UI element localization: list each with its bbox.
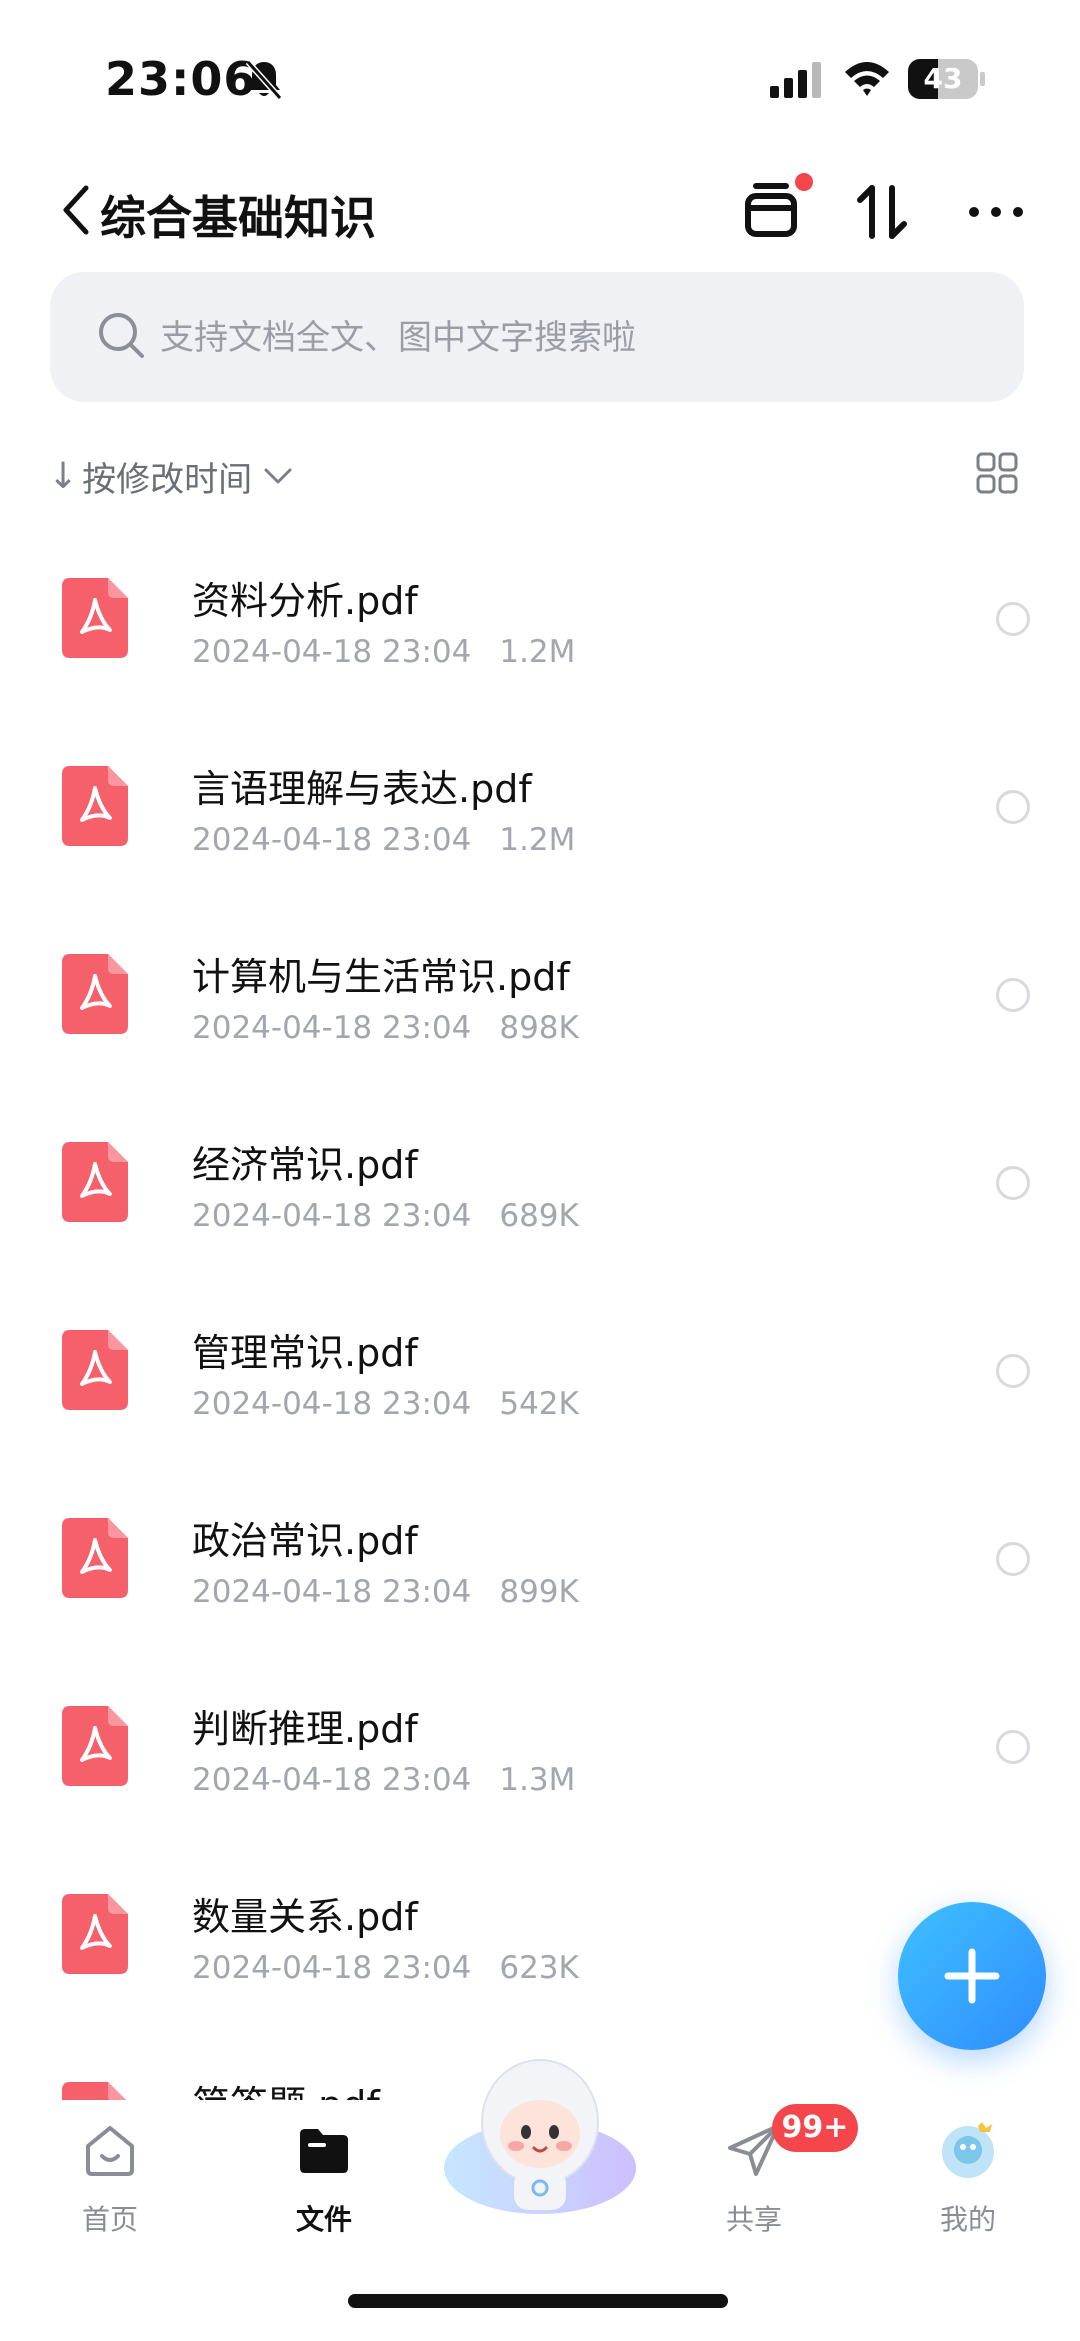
more-dots-icon[interactable]: [966, 200, 1026, 224]
file-row[interactable]: 政治常识.pdf 2024-04-18 23:04 899K: [0, 1470, 1080, 1658]
sort-direction-icon: ↓: [48, 455, 79, 497]
folder-icon: [300, 2129, 348, 2173]
status-time: 23:06: [105, 52, 257, 106]
pdf-file-icon: [62, 2082, 126, 2100]
home-icon: [86, 2126, 134, 2176]
file-meta: 2024-04-18 23:04 898K: [192, 1010, 579, 1046]
file-row[interactable]: 计算机与生活常识.pdf 2024-04-18 23:04 898K: [0, 906, 1080, 1094]
file-row[interactable]: 言语理解与表达.pdf 2024-04-18 23:04 1.2M: [0, 718, 1080, 906]
pdf-file-icon: [62, 954, 128, 1034]
file-size: 1.3M: [499, 1762, 576, 1798]
select-checkbox[interactable]: [996, 978, 1030, 1012]
file-name: 计算机与生活常识.pdf: [192, 955, 570, 999]
file-size: 899K: [499, 1574, 579, 1610]
file-meta: 2024-04-18 23:04 1.2M: [192, 822, 575, 858]
file-size: 1.2M: [499, 822, 576, 858]
file-date: 2024-04-18 23:04: [192, 1198, 472, 1234]
avatar-icon: [942, 2122, 994, 2178]
battery-indicator: 43: [908, 59, 985, 99]
nav-home[interactable]: 首页: [30, 2120, 190, 2250]
pdf-file-icon: [62, 766, 128, 846]
pdf-file-icon: [62, 1142, 128, 1222]
file-list: 资料分析.pdf 2024-04-18 23:04 1.2M 言语理解与表达.pdf 2…: [0, 530, 1080, 2100]
page-title: 综合基础知识: [100, 191, 376, 245]
pdf-file-icon: [62, 1518, 128, 1598]
file-meta: 2024-04-18 23:04 689K: [192, 1198, 579, 1234]
file-size: 542K: [499, 1386, 579, 1422]
sort-arrows-icon[interactable]: [856, 182, 908, 242]
notification-dot: [795, 173, 813, 191]
search-input[interactable]: [160, 298, 980, 378]
pdf-file-icon: [62, 1706, 128, 1786]
file-date: 2024-04-18 23:04: [192, 1762, 472, 1798]
file-row[interactable]: 经济常识.pdf 2024-04-18 23:04 689K: [0, 1094, 1080, 1282]
file-name: 言语理解与表达.pdf: [192, 767, 532, 811]
nav-files-label: 文件: [295, 2203, 352, 2236]
nav-mine-label: 我的: [939, 2203, 996, 2236]
add-button[interactable]: [898, 1902, 1046, 2050]
pdf-file-icon: [62, 1330, 128, 1410]
select-checkbox[interactable]: [996, 790, 1030, 824]
file-name: 政治常识.pdf: [192, 1519, 418, 1563]
file-name: 判断推理.pdf: [192, 1707, 418, 1751]
file-date: 2024-04-18 23:04: [192, 634, 472, 670]
nav-files[interactable]: 文件: [244, 2120, 404, 2250]
file-size: 1.2M: [499, 634, 576, 670]
select-checkbox[interactable]: [996, 602, 1030, 636]
select-checkbox[interactable]: [996, 1166, 1030, 1200]
file-meta: 2024-04-18 23:04 1.2M: [192, 634, 575, 670]
file-meta: 2024-04-18 23:04 542K: [192, 1386, 579, 1422]
nav-mine[interactable]: 我的: [888, 2120, 1048, 2250]
file-name: 简答题.pdf: [192, 2074, 380, 2100]
file-meta: 2024-04-18 23:04 623K: [192, 1950, 579, 1986]
file-name: 管理常识.pdf: [192, 1331, 418, 1375]
file-date: 2024-04-18 23:04: [192, 1574, 472, 1610]
wifi-icon: [845, 62, 889, 96]
file-name: 经济常识.pdf: [192, 1143, 418, 1187]
search-bar[interactable]: [50, 272, 1024, 402]
file-size: 689K: [499, 1198, 579, 1234]
file-date: 2024-04-18 23:04: [192, 1010, 472, 1046]
file-name: 数量关系.pdf: [192, 1895, 418, 1939]
file-row[interactable]: 管理常识.pdf 2024-04-18 23:04 542K: [0, 1282, 1080, 1470]
sort-dropdown[interactable]: ↓ 按修改时间: [48, 448, 294, 504]
file-date: 2024-04-18 23:04: [192, 1950, 472, 1986]
select-checkbox[interactable]: [996, 1542, 1030, 1576]
sort-label: 按修改时间: [82, 459, 253, 500]
file-meta: 2024-04-18 23:04 899K: [192, 1574, 579, 1610]
nav-share-label: 共享: [725, 2203, 782, 2236]
file-row[interactable]: 判断推理.pdf 2024-04-18 23:04 1.3M: [0, 1658, 1080, 1846]
status-bar: 23:06 43: [0, 0, 1080, 150]
select-checkbox[interactable]: [996, 1730, 1030, 1764]
share-badge: 99+: [772, 2104, 858, 2152]
file-size: 898K: [499, 1010, 579, 1046]
file-row[interactable]: 资料分析.pdf 2024-04-18 23:04 1.2M: [0, 530, 1080, 718]
pdf-file-icon: [62, 1894, 128, 1974]
sort-bar: ↓ 按修改时间: [0, 440, 1080, 510]
signal-icon: [770, 62, 821, 98]
mascot-assistant-icon[interactable]: [440, 2050, 640, 2220]
file-name: 资料分析.pdf: [192, 579, 418, 623]
battery-level-text: 43: [923, 62, 963, 95]
grid-view-icon[interactable]: [976, 452, 1018, 494]
bell-off-icon: [245, 60, 283, 100]
pdf-file-icon: [62, 578, 128, 658]
file-date: 2024-04-18 23:04: [192, 1386, 472, 1422]
file-date: 2024-04-18 23:04: [192, 822, 472, 858]
plus-icon: [944, 1948, 1000, 2004]
select-checkbox[interactable]: [996, 1354, 1030, 1388]
chevron-left-icon[interactable]: [58, 182, 94, 238]
search-icon: [99, 313, 144, 358]
nav-home-label: 首页: [81, 2203, 138, 2236]
header: 综合基础知识: [0, 160, 1080, 270]
file-size: 623K: [499, 1950, 579, 1986]
chevron-down-icon: [264, 468, 292, 484]
file-meta: 2024-04-18 23:04 1.3M: [192, 1762, 575, 1798]
home-indicator: [348, 2294, 728, 2308]
